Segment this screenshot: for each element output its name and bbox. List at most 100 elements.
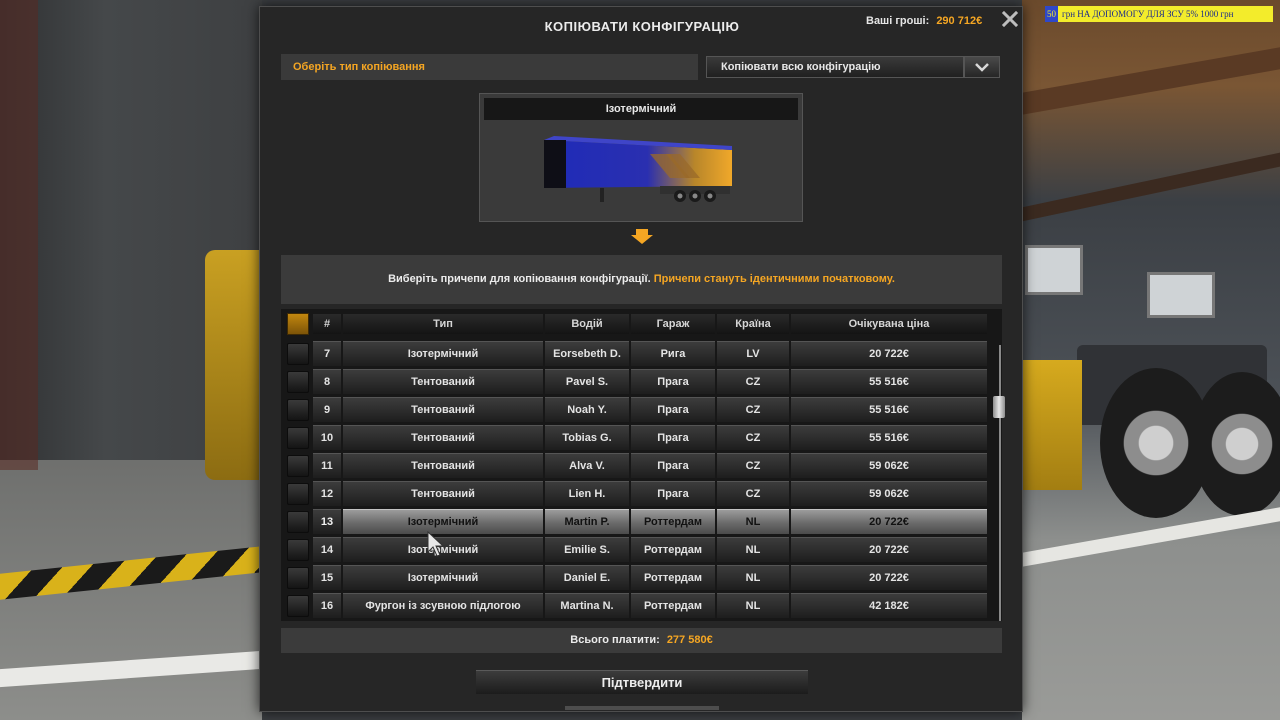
table-row[interactable]: 9 Тентований Noah Y. Прага CZ 55 516€ [281,395,1002,423]
cell-country: NL [717,537,789,562]
table-row[interactable]: 7 Ізотермічний Eorsebeth D. Рига LV 20 722€ [281,339,1002,367]
cell-country: CZ [717,481,789,506]
header-price: Очікувана ціна [791,314,987,334]
cell-driver: Daniel E. [545,565,629,590]
cell-driver: Pavel S. [545,369,629,394]
trailer-preview-image [544,136,732,202]
cell-type: Тентований [343,397,543,422]
source-trailer-title: Ізотермічний [484,98,798,120]
table-row[interactable]: 8 Тентований Pavel S. Прага CZ 55 516€ [281,367,1002,395]
cell-type: Тентований [343,369,543,394]
cell-driver: Emilie S. [545,537,629,562]
cell-country: NL [717,565,789,590]
cell-garage: Роттердам [631,593,715,618]
cell-num: 10 [313,425,341,450]
total-value: 277 580€ [666,634,713,646]
cell-price: 20 722€ [791,509,987,534]
cell-num: 8 [313,369,341,394]
header-driver: Водій [545,314,629,334]
cell-type: Тентований [343,481,543,506]
banner-text: грн НА ДОПОМОГУ ДЛЯ ЗСУ 5% 1000 грн [1062,9,1234,19]
trailers-table: # Тип Водій Гараж Країна Очікувана ціна … [281,309,1005,621]
banner-number: 50 [1045,6,1058,22]
copy-configuration-dialog: КОПІЮВАТИ КОНФІГУРАЦІЮ Ваші гроші: 290 7… [259,6,1023,712]
cell-driver: Alva V. [545,453,629,478]
instruction-highlight: Причепи стануть ідентичними початковому. [653,273,895,285]
mouse-cursor-icon [427,531,445,557]
header-type: Тип [343,314,543,334]
cell-price: 59 062€ [791,453,987,478]
cell-country: CZ [717,425,789,450]
cell-type: Ізотермічний [343,341,543,366]
money-label: Ваші гроші: [866,15,930,27]
cell-type: Ізотермічний [343,565,543,590]
table-row[interactable]: 14 Ізотермічний Emilie S. Роттердам NL 20 722… [281,535,1002,563]
cell-country: NL [717,509,789,534]
table-row[interactable]: 10 Тентований Tobias G. Прага CZ 55 516€ [281,423,1002,451]
cell-garage: Прага [631,453,715,478]
truck-wheel-image [1192,372,1280,516]
select-all-checkbox[interactable] [287,313,309,335]
cell-driver: Lien H. [545,481,629,506]
cell-garage: Роттердам [631,565,715,590]
table-row[interactable]: 15 Ізотермічний Daniel E. Роттердам NL 20 722… [281,563,1002,591]
table-row[interactable]: 12 Тентований Lien H. Прага CZ 59 062€ [281,479,1002,507]
row-checkbox[interactable] [287,343,309,365]
bottom-indicator [565,706,719,710]
scrollbar-thumb[interactable] [993,396,1005,418]
cell-country: CZ [717,453,789,478]
cell-type: Тентований [343,453,543,478]
cell-country: CZ [717,397,789,422]
total-label: Всього платити: [570,634,660,646]
cell-type: Тентований [343,425,543,450]
header-country: Країна [717,314,789,334]
confirm-button[interactable]: Підтвердити [476,670,808,694]
row-checkbox[interactable] [287,567,309,589]
cell-price: 55 516€ [791,369,987,394]
scrollbar-track[interactable] [999,345,1001,621]
row-checkbox[interactable] [287,595,309,617]
cell-num: 9 [313,397,341,422]
cell-driver: Noah Y. [545,397,629,422]
row-checkbox[interactable] [287,427,309,449]
source-trailer-preview: Ізотермічний [479,93,803,222]
cell-garage: Прага [631,425,715,450]
chevron-down-icon[interactable] [964,56,1000,78]
row-checkbox[interactable] [287,399,309,421]
row-checkbox[interactable] [287,483,309,505]
row-checkbox[interactable] [287,455,309,477]
cell-driver: Tobias G. [545,425,629,450]
cell-num: 15 [313,565,341,590]
cell-num: 11 [313,453,341,478]
cell-garage: Прага [631,481,715,506]
row-checkbox[interactable] [287,511,309,533]
row-checkbox[interactable] [287,539,309,561]
cell-price: 20 722€ [791,341,987,366]
cell-price: 20 722€ [791,537,987,562]
header-garage: Гараж [631,314,715,334]
table-row[interactable]: 11 Тентований Alva V. Прага CZ 59 062€ [281,451,1002,479]
arrow-down-icon [631,229,653,244]
truck-body-image [1022,360,1082,490]
background-left [0,0,275,720]
cell-driver: Martina N. [545,593,629,618]
money-value: 290 712€ [936,15,983,27]
cell-price: 42 182€ [791,593,987,618]
copy-type-select[interactable]: Копіювати всю конфігурацію [706,56,964,78]
cell-price: 20 722€ [791,565,987,590]
table-row[interactable]: 16 Фургон із зсувною підлогою Martina N. Ро… [281,591,1002,619]
donation-banner: 50 грн НА ДОПОМОГУ ДЛЯ ЗСУ 5% 1000 грн [1045,6,1273,22]
copy-type-label: Оберіть тип копіювання [281,54,698,80]
cell-num: 16 [313,593,341,618]
table-row[interactable]: 13 Ізотермічний Martin P. Роттердам NL 20 722… [281,507,1002,535]
header-num: # [313,314,341,334]
cell-garage: Рига [631,341,715,366]
cell-driver: Martin P. [545,509,629,534]
cell-price: 59 062€ [791,481,987,506]
cell-num: 13 [313,509,341,534]
close-icon[interactable] [999,10,1021,32]
cell-garage: Роттердам [631,537,715,562]
instruction-main: Виберіть причепи для копіювання конфігур… [388,273,651,285]
row-checkbox[interactable] [287,371,309,393]
cell-garage: Прага [631,397,715,422]
